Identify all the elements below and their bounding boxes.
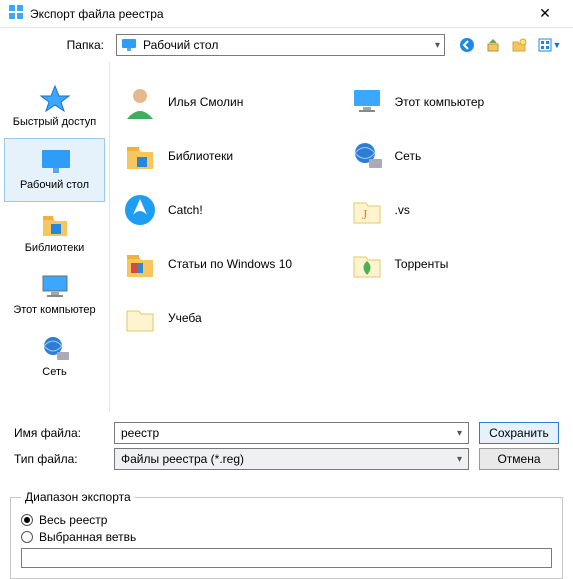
- place-this-pc[interactable]: Этот компьютер: [0, 264, 109, 326]
- chevron-down-icon: ▾: [457, 428, 462, 439]
- catch-icon: [122, 192, 158, 228]
- views-button[interactable]: ▼: [535, 35, 563, 55]
- filetype-label: Тип файла:: [14, 452, 104, 466]
- libraries-icon: [122, 138, 158, 174]
- list-item[interactable]: Учеба: [120, 294, 337, 342]
- save-button[interactable]: Сохранить: [479, 422, 559, 444]
- radio-icon: [21, 514, 33, 526]
- item-label: Сеть: [395, 149, 422, 163]
- item-label: Торренты: [395, 257, 449, 271]
- list-item[interactable]: Торренты: [347, 240, 564, 288]
- place-desktop[interactable]: Рабочий стол: [4, 138, 105, 202]
- place-libraries[interactable]: Библиотеки: [0, 202, 109, 264]
- chevron-down-icon: ▼: [553, 40, 562, 50]
- list-item[interactable]: J .vs: [347, 186, 564, 234]
- cancel-button[interactable]: Отмена: [479, 448, 559, 470]
- filetype-select[interactable]: Файлы реестра (*.reg) ▾: [114, 448, 469, 470]
- place-label: Сеть: [42, 366, 66, 378]
- list-item[interactable]: Этот компьютер: [347, 78, 564, 126]
- network-icon: [39, 334, 71, 362]
- list-item[interactable]: Илья Смолин: [120, 78, 337, 126]
- place-label: Рабочий стол: [20, 179, 89, 191]
- item-label: Илья Смолин: [168, 95, 243, 109]
- item-label: Учеба: [168, 311, 202, 325]
- list-item[interactable]: Статьи по Windows 10: [120, 240, 337, 288]
- list-item[interactable]: Catch!: [120, 186, 337, 234]
- folder-select[interactable]: Рабочий стол ▾: [116, 34, 445, 56]
- branch-input[interactable]: [21, 548, 552, 568]
- libraries-icon: [39, 210, 71, 238]
- titlebar: Экспорт файла реестра ✕: [0, 0, 573, 28]
- desktop-icon: [39, 147, 71, 175]
- computer-icon: [349, 84, 385, 120]
- vs-folder-icon: J: [349, 192, 385, 228]
- place-label: Библиотеки: [25, 242, 85, 254]
- radio-branch[interactable]: Выбранная ветвь: [21, 530, 552, 544]
- radio-icon: [21, 531, 33, 543]
- filename-label: Имя файла:: [14, 426, 104, 440]
- filename-input[interactable]: реестр ▾: [114, 422, 469, 444]
- file-list[interactable]: Илья Смолин Этот компьютер Библиотеки Се…: [110, 62, 573, 412]
- back-button[interactable]: [457, 35, 477, 55]
- folder-icon: [122, 300, 158, 336]
- radio-all-label: Весь реестр: [39, 513, 107, 527]
- folder-icon: [122, 246, 158, 282]
- torrent-folder-icon: [349, 246, 385, 282]
- chevron-down-icon: ▾: [457, 454, 462, 465]
- item-label: .vs: [395, 203, 410, 217]
- place-label: Быстрый доступ: [13, 116, 97, 128]
- filename-value: реестр: [121, 426, 159, 440]
- close-button[interactable]: ✕: [525, 5, 565, 22]
- chevron-down-icon: ▾: [435, 40, 440, 51]
- folder-label: Папка:: [10, 38, 110, 52]
- item-label: Библиотеки: [168, 149, 233, 163]
- user-icon: [122, 84, 158, 120]
- star-icon: [39, 84, 71, 112]
- list-item[interactable]: Сеть: [347, 132, 564, 180]
- radio-all[interactable]: Весь реестр: [21, 513, 552, 527]
- range-legend: Диапазон экспорта: [21, 490, 135, 504]
- list-item[interactable]: Библиотеки: [120, 132, 337, 180]
- place-label: Этот компьютер: [13, 304, 95, 316]
- radio-branch-label: Выбранная ветвь: [39, 530, 136, 544]
- new-folder-button[interactable]: [509, 35, 529, 55]
- fields: Имя файла: реестр ▾ Сохранить Тип файла:…: [0, 412, 573, 484]
- item-label: Этот компьютер: [395, 95, 485, 109]
- folder-row: Папка: Рабочий стол ▾ ▼: [0, 28, 573, 62]
- window-title: Экспорт файла реестра: [30, 7, 525, 21]
- item-label: Catch!: [168, 203, 203, 217]
- toolbar: ▼: [451, 35, 563, 55]
- places-bar: Быстрый доступ Рабочий стол Библиотеки Э…: [0, 62, 110, 412]
- desktop-icon: [121, 38, 137, 52]
- filetype-value: Файлы реестра (*.reg): [121, 452, 244, 466]
- folder-current: Рабочий стол: [143, 38, 218, 52]
- network-icon: [349, 138, 385, 174]
- up-button[interactable]: [483, 35, 503, 55]
- computer-icon: [39, 272, 71, 300]
- regedit-icon: [8, 4, 24, 23]
- place-network[interactable]: Сеть: [0, 326, 109, 388]
- svg-text:J: J: [362, 208, 368, 223]
- item-label: Статьи по Windows 10: [168, 257, 292, 271]
- export-range: Диапазон экспорта Весь реестр Выбранная …: [10, 490, 563, 579]
- body: Быстрый доступ Рабочий стол Библиотеки Э…: [0, 62, 573, 412]
- place-quick-access[interactable]: Быстрый доступ: [0, 76, 109, 138]
